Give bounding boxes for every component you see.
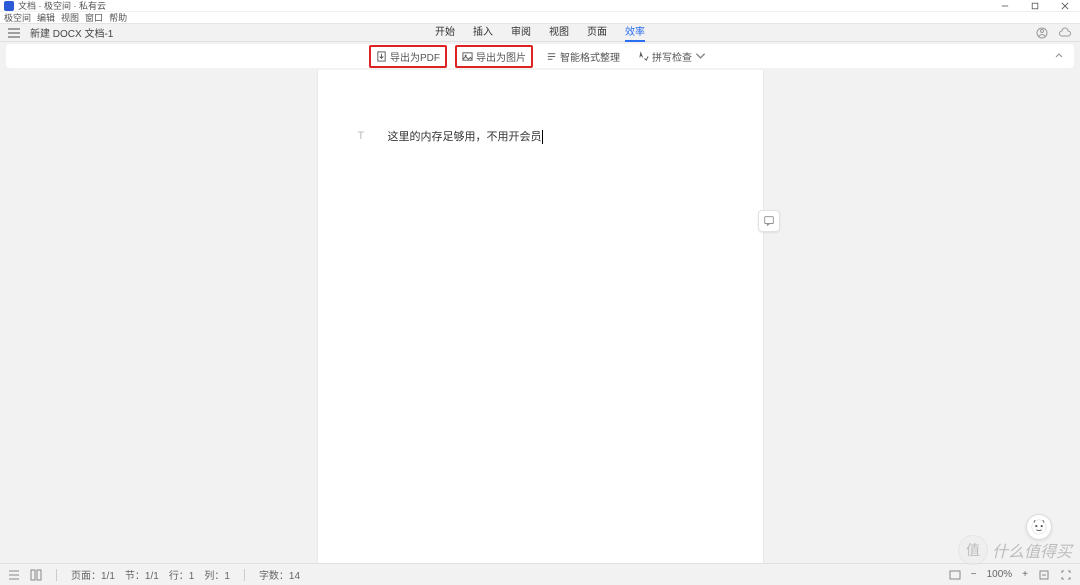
close-button[interactable] xyxy=(1050,0,1080,12)
status-page[interactable]: 页面：1/1 xyxy=(71,567,115,582)
doc-bar: 新建 DOCX 文档-1 开始 插入 审阅 视图 页面 效率 xyxy=(0,24,1080,42)
title-bar: 文档 · 极空间 · 私有云 xyxy=(0,0,1080,12)
avatar-icon xyxy=(1030,518,1048,536)
docbar-right-icons xyxy=(1036,27,1072,39)
menu-item-view[interactable]: 视图 xyxy=(61,11,79,24)
zoom-level[interactable]: 100% xyxy=(987,569,1013,580)
zoom-in-button[interactable]: + xyxy=(1022,569,1028,580)
status-right: − 100% + xyxy=(949,569,1072,581)
view-mode-icon[interactable] xyxy=(949,569,961,581)
text-caret xyxy=(542,130,543,144)
status-bar: 页面：1/1 节：1/1 行：1 列：1 字数：14 − 100% + xyxy=(0,563,1080,585)
outline-icon[interactable] xyxy=(8,569,20,581)
menu-item-edit[interactable]: 编辑 xyxy=(37,11,55,24)
export-image-button[interactable]: 导出为图片 xyxy=(455,45,533,68)
window-controls xyxy=(990,0,1080,12)
fullscreen-icon[interactable] xyxy=(1060,569,1072,581)
collapse-toolbar-icon[interactable] xyxy=(1054,51,1064,61)
page-content[interactable]: 这里的内存足够用，不用开会员 xyxy=(318,70,763,202)
chevron-down-icon xyxy=(695,51,706,62)
canvas-area: T 这里的内存足够用，不用开会员 xyxy=(0,70,1080,563)
export-pdf-label: 导出为PDF xyxy=(390,49,440,64)
tab-review[interactable]: 审阅 xyxy=(511,23,531,42)
share-icon[interactable] xyxy=(1036,27,1048,39)
menu-item-window[interactable]: 窗口 xyxy=(85,11,103,24)
layout-icon[interactable] xyxy=(30,569,42,581)
spellcheck-icon xyxy=(638,51,649,62)
window-title: 文档 · 极空间 · 私有云 xyxy=(18,0,106,12)
tab-start[interactable]: 开始 xyxy=(435,23,455,42)
tab-efficiency[interactable]: 效率 xyxy=(625,23,645,42)
zoom-out-button[interactable]: − xyxy=(971,569,977,580)
comment-icon xyxy=(763,215,775,227)
spell-check-button[interactable]: 拼写检查 xyxy=(633,47,711,66)
status-word-count[interactable]: 字数：14 xyxy=(259,567,300,582)
app-icon xyxy=(4,1,14,11)
cloud-icon[interactable] xyxy=(1058,27,1072,39)
tab-view[interactable]: 视图 xyxy=(549,23,569,42)
menu-item-help[interactable]: 帮助 xyxy=(109,11,127,24)
export-pdf-button[interactable]: 导出为PDF xyxy=(369,45,447,68)
status-column: 列：1 xyxy=(204,567,230,582)
maximize-button[interactable] xyxy=(1020,0,1050,12)
fit-width-icon[interactable] xyxy=(1038,569,1050,581)
assistant-avatar[interactable] xyxy=(1026,514,1052,540)
export-image-icon xyxy=(462,51,473,62)
doc-name: 新建 DOCX 文档-1 xyxy=(30,25,113,40)
tab-page[interactable]: 页面 xyxy=(587,23,607,42)
spell-check-label: 拼写检查 xyxy=(652,49,692,64)
document-page[interactable]: T 这里的内存足够用，不用开会员 xyxy=(318,70,763,563)
divider xyxy=(244,569,245,581)
status-left: 页面：1/1 节：1/1 行：1 列：1 字数：14 xyxy=(8,567,300,582)
export-image-label: 导出为图片 xyxy=(476,49,526,64)
menu-item-space[interactable]: 极空间 xyxy=(4,11,31,24)
toolbar: 导出为PDF 导出为图片 智能格式整理 拼写检查 xyxy=(6,44,1074,68)
smart-format-label: 智能格式整理 xyxy=(560,49,620,64)
format-icon xyxy=(546,51,557,62)
export-pdf-icon xyxy=(376,51,387,62)
minimize-button[interactable] xyxy=(990,0,1020,12)
tab-insert[interactable]: 插入 xyxy=(473,23,493,42)
comment-button[interactable] xyxy=(758,210,780,232)
body-text: 这里的内存足够用，不用开会员 xyxy=(388,131,542,143)
hamburger-icon[interactable] xyxy=(8,28,20,38)
divider xyxy=(56,569,57,581)
status-section: 节：1/1 xyxy=(125,567,159,582)
ribbon-tabs: 开始 插入 审阅 视图 页面 效率 xyxy=(435,23,645,42)
smart-format-button[interactable]: 智能格式整理 xyxy=(541,47,625,66)
status-line: 行：1 xyxy=(169,567,195,582)
